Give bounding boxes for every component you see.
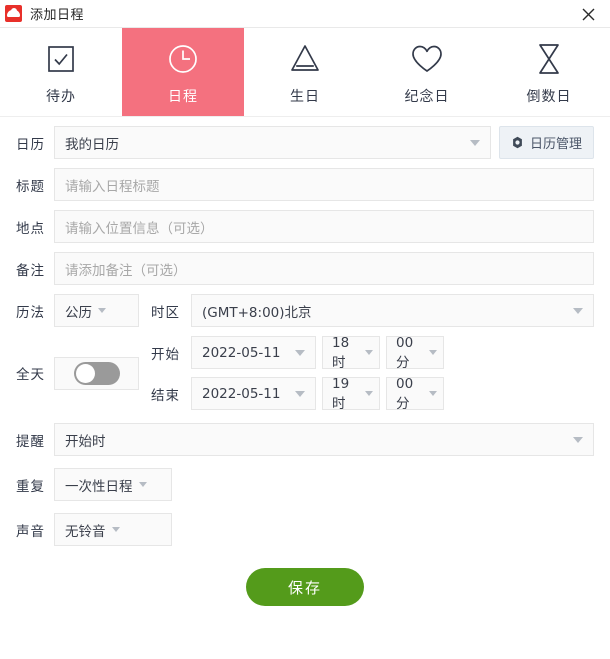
chevron-down-icon	[429, 350, 437, 355]
start-label: 开始	[151, 346, 180, 363]
cake-icon	[286, 39, 324, 79]
chevron-down-icon	[138, 482, 147, 487]
calendar-system-value: 公历	[65, 304, 92, 321]
start-date-select[interactable]: 2022-05-11	[191, 336, 316, 369]
close-button[interactable]	[566, 0, 610, 28]
repeat-label: 重复	[16, 478, 45, 495]
calendar-manage-button[interactable]: 日历管理	[498, 126, 594, 159]
end-minute-select[interactable]: 00分	[386, 375, 444, 412]
row-calendar: 日历 我的日历 日历管理	[16, 126, 594, 159]
title-label: 标题	[16, 178, 45, 195]
title-bar: 添加日程	[0, 0, 610, 28]
title-placeholder: 请输入日程标题	[65, 178, 160, 195]
end-hour-value: 19时	[332, 375, 350, 412]
note-label: 备注	[16, 262, 45, 279]
tab-birthday[interactable]: 生日	[244, 28, 366, 116]
row-calendar-system: 历法 公历 时区 (GMT+8:00)北京	[16, 294, 594, 327]
chevron-down-icon	[365, 391, 373, 396]
calendar-system-select[interactable]: 公历	[54, 294, 139, 327]
tab-todo[interactable]: 待办	[0, 28, 122, 116]
checkbox-icon	[43, 39, 79, 79]
row-end-time: 结束 2022-05-11 19时 00分	[139, 375, 594, 412]
calendar-value: 我的日历	[65, 136, 119, 153]
calendar-system-label: 历法	[16, 304, 45, 321]
footer: 保存	[16, 568, 594, 606]
location-label: 地点	[16, 220, 45, 237]
tab-anniversary[interactable]: 纪念日	[366, 28, 488, 116]
start-minute-value: 00分	[396, 334, 414, 371]
hourglass-icon	[531, 39, 567, 79]
location-input[interactable]: 请输入位置信息（可选）	[54, 210, 594, 243]
note-placeholder: 请添加备注（可选）	[65, 262, 187, 279]
chevron-down-icon	[111, 527, 120, 532]
tab-birthday-label: 生日	[290, 88, 320, 105]
save-button[interactable]: 保存	[246, 568, 364, 606]
timezone-value: (GMT+8:00)北京	[202, 304, 312, 321]
start-hour-value: 18时	[332, 334, 350, 371]
chevron-down-icon	[295, 349, 305, 356]
note-input[interactable]: 请添加备注（可选）	[54, 252, 594, 285]
reminder-select[interactable]: 开始时	[54, 423, 594, 456]
sound-value: 无铃音	[65, 523, 106, 540]
row-title: 标题 请输入日程标题	[16, 168, 594, 201]
cloud-icon	[5, 5, 22, 22]
row-all-day-and-times: 全天 开始 2022-05-11 18时 00分 结束 2022-05-11 1…	[16, 334, 594, 412]
window-title: 添加日程	[30, 8, 85, 23]
chevron-down-icon	[365, 350, 373, 355]
row-reminder: 提醒 开始时	[16, 423, 594, 456]
row-repeat: 重复 一次性日程	[16, 468, 594, 501]
chevron-down-icon	[295, 390, 305, 397]
schedule-form: 日历 我的日历 日历管理 标题 请输入日程标题 地点 请输入位置信息（可选） 备…	[0, 117, 610, 606]
end-minute-value: 00分	[396, 375, 414, 412]
timezone-select[interactable]: (GMT+8:00)北京	[191, 294, 594, 327]
location-placeholder: 请输入位置信息（可选）	[65, 220, 214, 237]
heart-icon	[408, 39, 446, 79]
start-minute-select[interactable]: 00分	[386, 334, 444, 371]
tab-schedule-label: 日程	[168, 88, 198, 105]
sound-label: 声音	[16, 523, 45, 540]
timezone-label: 时区	[151, 304, 180, 321]
start-date-value: 2022-05-11	[202, 344, 281, 361]
reminder-value: 开始时	[65, 433, 106, 450]
calendar-manage-label: 日历管理	[529, 137, 582, 152]
all-day-label: 全天	[16, 367, 45, 383]
tab-todo-label: 待办	[46, 88, 76, 105]
repeat-select[interactable]: 一次性日程	[54, 468, 172, 501]
row-location: 地点 请输入位置信息（可选）	[16, 210, 594, 243]
row-note: 备注 请添加备注（可选）	[16, 252, 594, 285]
tab-schedule[interactable]: 日程	[122, 28, 244, 116]
end-date-value: 2022-05-11	[202, 385, 281, 402]
gear-icon	[513, 136, 522, 149]
chevron-down-icon	[573, 307, 583, 314]
reminder-label: 提醒	[16, 433, 45, 450]
tab-countdown[interactable]: 倒数日	[488, 28, 610, 116]
tab-countdown-label: 倒数日	[526, 88, 572, 105]
end-label: 结束	[151, 387, 180, 404]
close-icon	[582, 8, 594, 20]
tab-bar: 待办 日程 生日 纪念日 倒数日	[0, 28, 610, 117]
clock-icon	[164, 39, 202, 79]
calendar-select[interactable]: 我的日历	[54, 126, 491, 159]
tab-anniversary-label: 纪念日	[404, 88, 450, 105]
sound-select[interactable]: 无铃音	[54, 513, 172, 546]
chevron-down-icon	[573, 436, 583, 443]
row-start-time: 开始 2022-05-11 18时 00分	[139, 334, 594, 371]
repeat-value: 一次性日程	[65, 478, 133, 495]
row-sound: 声音 无铃音	[16, 513, 594, 546]
chevron-down-icon	[98, 308, 106, 313]
end-date-select[interactable]: 2022-05-11	[191, 377, 316, 410]
chevron-down-icon	[429, 391, 437, 396]
title-input[interactable]: 请输入日程标题	[54, 168, 594, 201]
start-hour-select[interactable]: 18时	[322, 334, 380, 371]
end-hour-select[interactable]: 19时	[322, 375, 380, 412]
chevron-down-icon	[469, 139, 480, 146]
calendar-label: 日历	[16, 136, 45, 153]
all-day-toggle[interactable]	[54, 356, 139, 390]
